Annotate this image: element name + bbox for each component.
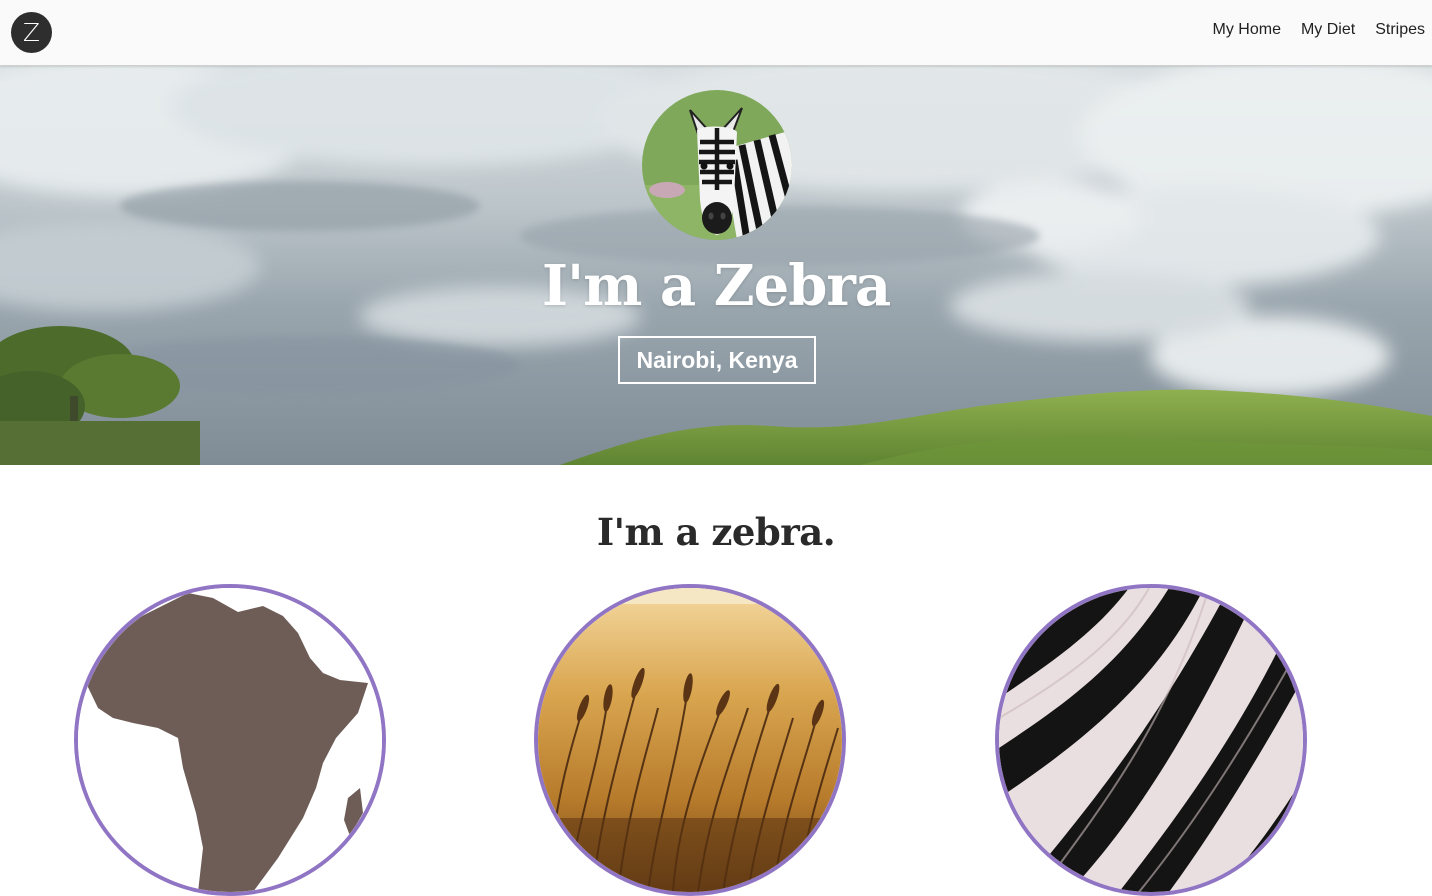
africa-map-circle[interactable] (74, 584, 386, 896)
hero-title: I'm a Zebra (541, 253, 891, 319)
africa-map-image (78, 588, 382, 892)
nav-link-my-home[interactable]: My Home (1213, 21, 1281, 39)
savanna-grass-image (538, 588, 842, 892)
zebra-stripes-image (999, 588, 1303, 892)
savanna-grass-circle[interactable] (534, 584, 846, 896)
location-button[interactable]: Nairobi, Kenya (618, 336, 816, 384)
nav-links: My Home My Diet Stripes (1213, 21, 1425, 39)
section-heading: I'm a zebra. (596, 510, 836, 554)
brand-logo[interactable]: Z (11, 12, 52, 53)
zebra-stripes-circle[interactable] (995, 584, 1307, 896)
brand-letter: Z (22, 18, 41, 47)
hero-banner: I'm a Zebra Nairobi, Kenya (0, 66, 1432, 465)
nav-link-stripes[interactable]: Stripes (1375, 21, 1425, 39)
zebra-avatar (642, 90, 792, 240)
nav-link-my-diet[interactable]: My Diet (1301, 21, 1355, 39)
navbar: Z My Home My Diet Stripes (0, 0, 1432, 66)
